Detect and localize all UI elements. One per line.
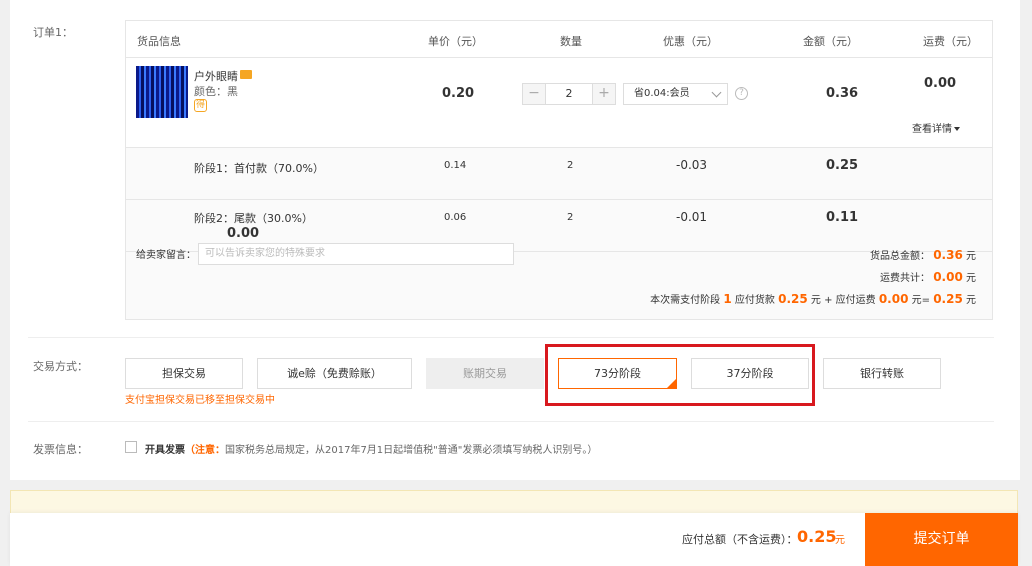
shipping-total: 运费共计： 0.00 元	[880, 269, 976, 284]
stage-label: 阶段2：尾款（30.0%）	[194, 212, 313, 225]
goods-total-value: 0.36	[933, 248, 963, 262]
invoice-checkbox[interactable]	[125, 441, 137, 453]
goods-total-label: 货品总金额：	[870, 251, 931, 262]
stage-ship-label: 元 + 应付运费	[810, 295, 876, 306]
stage-unit-price: 0.14	[444, 160, 467, 171]
invoice-text: 开具发票（注意：国家税务总局规定，从2017年7月1日起增值税"普通"发票必须填…	[145, 441, 597, 456]
stage-amount: 0.25	[826, 158, 859, 173]
header-unit-price: 单价（元）	[428, 35, 483, 48]
highlight-box	[545, 344, 815, 406]
help-icon[interactable]: ?	[735, 87, 748, 100]
total-unit: 元	[835, 535, 845, 546]
quantity-input[interactable]: 2	[545, 84, 593, 104]
payment-option-bank-transfer[interactable]: 银行转账	[823, 358, 941, 389]
invoice-label: 发票信息：	[33, 443, 88, 456]
stage-eq: 元=	[911, 295, 931, 306]
stage-goods-value: 0.25	[778, 292, 808, 306]
stage-quantity: 2	[567, 212, 574, 223]
stage-discount: -0.01	[676, 210, 708, 224]
stage-number: 1	[723, 292, 732, 306]
invoice-checkbox-label[interactable]: 开具发票	[145, 445, 185, 456]
message-label: 给卖家留言：	[136, 250, 196, 261]
stage-ship-value: 0.00	[878, 292, 909, 306]
product-name[interactable]: 户外眼睛	[194, 68, 238, 84]
header-shipping: 运费（元）	[923, 35, 978, 48]
stage-amount: 0.11	[826, 210, 859, 225]
stage-total-value: 0.25	[933, 292, 963, 306]
discount-selected-value: 省0.04:会员	[634, 88, 690, 99]
shipping-total-label: 运费共计：	[880, 273, 931, 284]
view-details-link[interactable]: 查看详情	[912, 120, 960, 135]
product-color: 颜色：黑	[194, 85, 238, 98]
invoice-note: 国家税务总局规定，从2017年7月1日起增值税"普通"发票必须填写纳税人识别号。…	[225, 445, 598, 456]
table-header: 货品信息 单价（元） 数量 优惠（元） 金额（元） 运费（元）	[126, 21, 992, 58]
payment-warning: 支付宝担保交易已移至担保交易中	[125, 395, 275, 406]
stage-discount: -0.03	[676, 158, 708, 172]
message-input[interactable]: 可以告诉卖家您的特殊要求	[198, 243, 514, 265]
payment-label: 交易方式：	[33, 360, 88, 373]
stage-prefix: 本次需支付阶段	[650, 295, 721, 306]
item-amount: 0.36	[826, 86, 859, 101]
footer-bar: 应付总额（不含运费）： 0.25 元 提交订单	[10, 513, 1018, 566]
unit: 元	[966, 273, 976, 284]
chevron-down-icon	[711, 87, 722, 98]
payment-option-credit[interactable]: 诚e赊（免费赊账）	[257, 358, 412, 389]
quantity-stepper: − 2 +	[522, 83, 616, 105]
header-amount: 金额（元）	[803, 35, 858, 48]
total-label: 应付总额（不含运费）：	[682, 533, 798, 546]
stage-extra: 0.00	[227, 226, 260, 241]
header-discount: 优惠（元）	[663, 35, 718, 48]
invoice-note-label: （注意：	[185, 445, 225, 456]
caret-down-icon	[954, 127, 960, 131]
view-details-label: 查看详情	[912, 124, 952, 135]
unit: 元	[966, 251, 976, 262]
submit-order-button[interactable]: 提交订单	[865, 513, 1018, 566]
stage-pay-summary: 本次需支付阶段 1 应付货款 0.25 元 + 应付运费 0.00 元= 0.2…	[650, 291, 976, 306]
stage-label: 阶段1：首付款（70.0%）	[194, 162, 324, 175]
card-icon	[240, 70, 252, 79]
divider	[28, 337, 994, 338]
item-row: 户外眼睛 颜色：黑 得 0.20 − 2 + 省0.04:会员 ? 0.36 0…	[126, 58, 992, 148]
unit: 元	[966, 295, 976, 306]
stage-unit-price: 0.06	[444, 212, 467, 223]
shipping-total-value: 0.00	[933, 270, 963, 284]
item-shipping: 0.00	[924, 76, 957, 91]
header-quantity: 数量	[560, 35, 582, 48]
item-unit-price: 0.20	[442, 86, 475, 101]
divider	[28, 421, 994, 422]
increment-button[interactable]: +	[593, 84, 615, 104]
stage-row-1: 阶段1：首付款（70.0%） 0.14 2 -0.03 0.25	[126, 148, 992, 200]
order-box: 货品信息 单价（元） 数量 优惠（元） 金额（元） 运费（元） 户外眼睛 颜色：…	[125, 20, 993, 320]
order-label: 订单1：	[33, 26, 73, 39]
stage-goods-label: 应付货款	[734, 295, 775, 306]
goods-total: 货品总金额： 0.36 元	[870, 247, 976, 262]
decrement-button[interactable]: −	[523, 84, 545, 104]
badge-icon: 得	[194, 99, 207, 112]
total-value: 0.25	[797, 527, 837, 546]
discount-select[interactable]: 省0.04:会员	[623, 83, 728, 105]
payment-option-escrow[interactable]: 担保交易	[125, 358, 243, 389]
stage-quantity: 2	[567, 160, 574, 171]
header-product: 货品信息	[137, 35, 181, 48]
payment-option-term[interactable]: 账期交易	[426, 358, 544, 389]
product-thumbnail[interactable]	[136, 66, 188, 118]
